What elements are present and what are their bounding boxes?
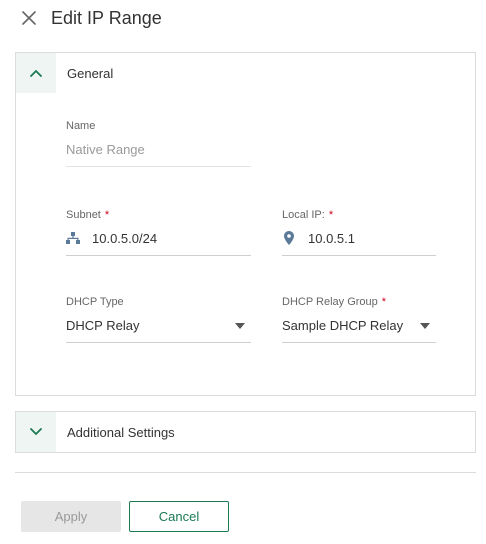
general-section-title: General [67, 65, 114, 81]
required-marker: * [328, 209, 334, 221]
additional-settings-title: Additional Settings [67, 424, 175, 440]
local-ip-field: Local IP: * 10.0.5.1 [282, 209, 436, 256]
additional-settings-section: Additional Settings [15, 411, 476, 453]
location-pin-icon [282, 230, 296, 246]
name-input: Native Range [66, 141, 251, 167]
caret-down-icon [420, 323, 430, 329]
additional-settings-toggle[interactable] [16, 412, 56, 452]
subnet-value: 10.0.5.0/24 [92, 231, 158, 246]
dhcp-relay-group-label: DHCP Relay Group * [282, 296, 387, 308]
dhcp-type-select[interactable]: DHCP Relay [66, 317, 251, 343]
dhcp-relay-group-value: Sample DHCP Relay [282, 318, 404, 333]
apply-button[interactable]: Apply [21, 501, 121, 532]
close-button[interactable] [20, 9, 38, 27]
dhcp-relay-group-select[interactable]: Sample DHCP Relay [282, 317, 436, 343]
local-ip-label: Local IP: * [282, 209, 334, 221]
edit-ip-range-dialog: Edit IP Range General Name Native Range … [0, 0, 486, 544]
caret-down-icon [235, 323, 245, 329]
close-icon [22, 11, 36, 25]
subnet-input[interactable]: 10.0.5.0/24 [66, 230, 251, 256]
subnet-field: Subnet * 10.0.5.0/24 [66, 209, 251, 256]
local-ip-value: 10.0.5.1 [308, 231, 355, 246]
additional-settings-header[interactable]: Additional Settings [16, 412, 475, 452]
dialog-header: Edit IP Range [0, 0, 486, 36]
general-section-header[interactable]: General [16, 53, 475, 93]
dhcp-type-value: DHCP Relay [66, 318, 140, 333]
cancel-button[interactable]: Cancel [129, 501, 229, 532]
required-marker: * [104, 209, 110, 221]
dhcp-type-label: DHCP Type [66, 296, 124, 308]
chevron-up-icon [30, 70, 42, 77]
subnet-label: Subnet * [66, 209, 110, 221]
general-section: General Name Native Range Subnet * 10.0.… [15, 52, 476, 396]
dhcp-relay-group-field: DHCP Relay Group * Sample DHCP Relay [282, 296, 436, 343]
required-marker: * [381, 296, 387, 308]
name-value: Native Range [66, 142, 145, 157]
network-icon [66, 230, 80, 246]
page-title: Edit IP Range [51, 8, 162, 28]
name-field: Name Native Range [66, 120, 251, 167]
local-ip-input[interactable]: 10.0.5.1 [282, 230, 436, 256]
name-label: Name [66, 120, 96, 132]
footer-divider [15, 472, 476, 473]
dhcp-type-field: DHCP Type DHCP Relay [66, 296, 251, 343]
general-toggle[interactable] [16, 53, 56, 93]
chevron-down-icon [30, 428, 42, 435]
